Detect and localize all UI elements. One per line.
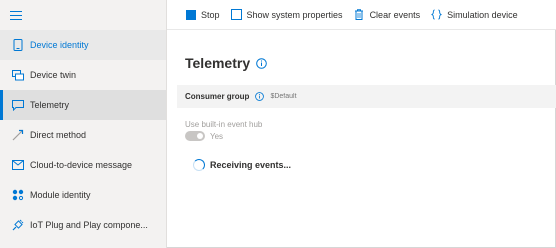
hamburger-menu-icon[interactable]	[10, 8, 24, 22]
info-icon[interactable]	[256, 57, 267, 69]
consumer-group-input[interactable]	[270, 93, 391, 100]
sidebar-item-label: Device identity	[30, 40, 89, 50]
sidebar-item-label: Device twin	[30, 70, 77, 80]
sidebar-item-label: IoT Plug and Play compone...	[30, 220, 148, 230]
consumer-group-label: Consumer group	[185, 92, 250, 101]
twin-icon	[12, 69, 24, 81]
trash-icon	[354, 9, 365, 20]
sidebar-item-telemetry[interactable]: Telemetry	[0, 90, 166, 120]
simulation-device-button[interactable]: Simulation device	[431, 9, 518, 20]
consumer-group-row: Consumer group	[177, 85, 556, 108]
sidebar-item-plug-and-play[interactable]: IoT Plug and Play compone...	[0, 210, 166, 240]
sidebar-item-label: Direct method	[30, 130, 87, 140]
plug-icon	[12, 219, 24, 231]
status-row: Receiving events...	[193, 159, 291, 171]
clear-events-button[interactable]: Clear events	[354, 9, 420, 20]
sidebar-item-device-twin[interactable]: Device twin	[0, 60, 166, 90]
module-icon	[12, 189, 24, 201]
title-row: Telemetry	[185, 55, 267, 71]
telemetry-icon	[12, 99, 24, 111]
sidebar-nav: Device identity Device twin Telemetry Di…	[0, 30, 166, 240]
sidebar-item-cloud-to-device[interactable]: Cloud-to-device message	[0, 150, 166, 180]
checkbox-icon	[230, 9, 242, 20]
main-panel: Telemetry Consumer group Use built-in ev…	[167, 30, 556, 248]
message-icon	[12, 159, 24, 171]
stop-button[interactable]: Stop	[185, 9, 220, 20]
stop-icon	[185, 9, 196, 20]
sidebar-item-label: Cloud-to-device message	[30, 160, 133, 170]
sidebar-item-module-identity[interactable]: Module identity	[0, 180, 166, 210]
device-icon	[12, 39, 24, 51]
status-text: Receiving events...	[210, 160, 292, 170]
sidebar: Device identity Device twin Telemetry Di…	[0, 0, 167, 248]
sidebar-item-direct-method[interactable]: Direct method	[0, 120, 166, 150]
braces-icon	[431, 9, 442, 20]
sidebar-item-device-identity[interactable]: Device identity	[0, 30, 166, 60]
page-title: Telemetry	[185, 55, 251, 71]
builtin-event-hub-label: Use built-in event hub	[185, 120, 263, 129]
method-icon	[12, 129, 24, 141]
toggle-label: Yes	[210, 131, 224, 141]
sidebar-item-label: Telemetry	[30, 100, 70, 110]
toolbar: Stop Show system properties Clear events…	[167, 0, 556, 30]
builtin-event-hub-toggle-row: Yes	[185, 131, 223, 141]
sidebar-item-label: Module identity	[30, 190, 91, 200]
info-icon[interactable]	[255, 92, 265, 101]
show-system-properties-checkbox[interactable]: Show system properties	[230, 9, 343, 20]
spinner-icon	[193, 159, 205, 171]
builtin-event-hub-toggle[interactable]	[185, 131, 205, 141]
